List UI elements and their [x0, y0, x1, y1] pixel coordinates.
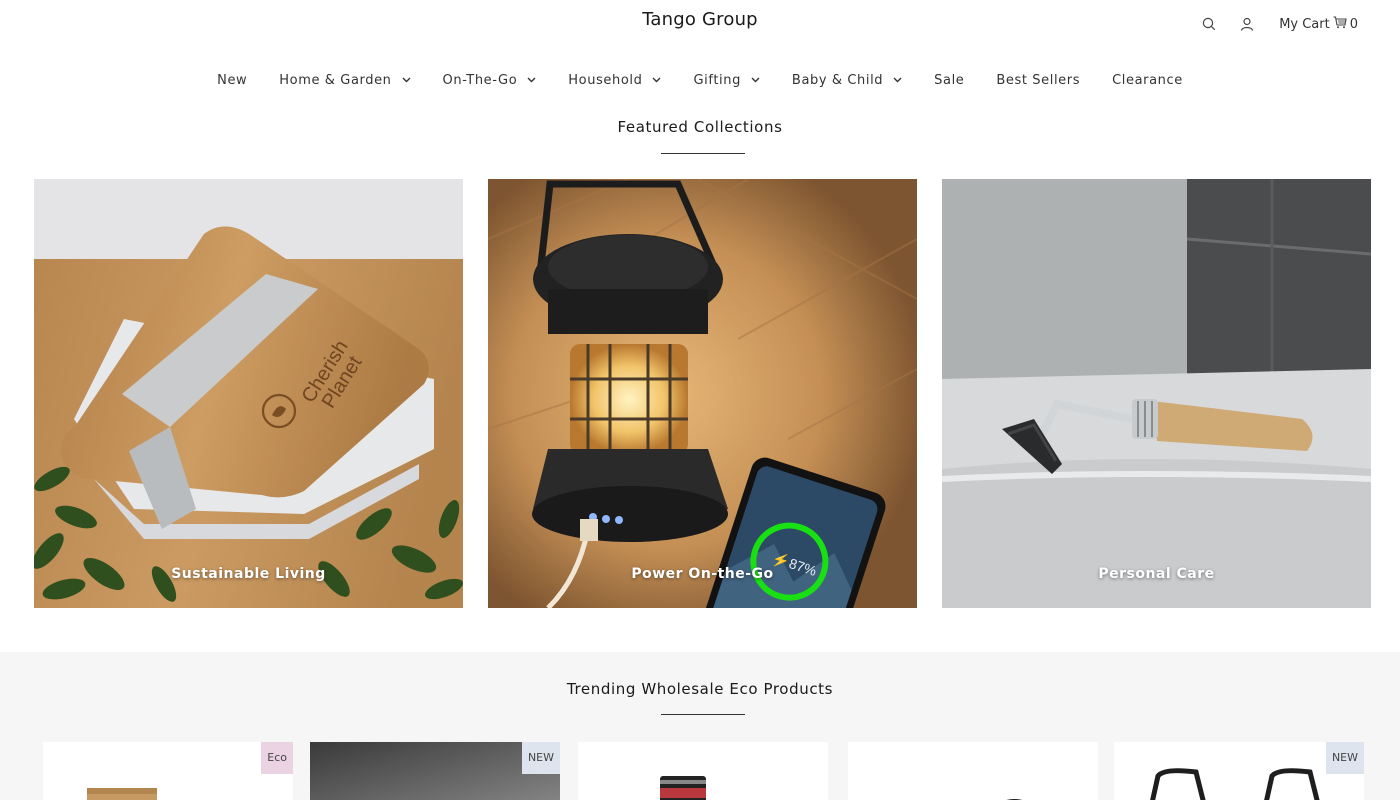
nav-item-label: Home & Garden — [279, 72, 392, 88]
nav-item-baby-child[interactable]: Baby & Child — [776, 70, 918, 90]
chevron-down-icon[interactable] — [751, 77, 760, 83]
nav-item-best-sellers[interactable]: Best Sellers — [980, 70, 1096, 90]
nav-item-label: Gifting — [693, 72, 741, 88]
product-card[interactable]: NEW — [1114, 742, 1364, 800]
trending-title-divider — [661, 714, 745, 715]
eco-badge: Eco — [261, 742, 293, 774]
nav-item-label: Household — [568, 72, 643, 88]
nav-item-label: Clearance — [1112, 72, 1183, 88]
nav-item-label: On-The-Go — [442, 72, 518, 88]
nav-item-household[interactable]: Household — [552, 70, 677, 90]
trending-products-title: Trending Wholesale Eco Products — [566, 680, 834, 698]
chevron-down-icon[interactable] — [893, 77, 902, 83]
cart-label: My Cart — [1279, 16, 1330, 32]
chevron-down-icon[interactable] — [652, 77, 661, 83]
site-logo[interactable]: Tango Group — [0, 9, 1400, 30]
nav-item-label: New — [217, 72, 248, 88]
new-badge: NEW — [521, 742, 560, 774]
chevron-down-icon[interactable] — [402, 77, 411, 83]
product-card[interactable] — [578, 742, 828, 800]
nav-item-new[interactable]: New — [201, 70, 263, 90]
cart-button[interactable]: My Cart 0 — [1279, 15, 1358, 33]
cart-count: 0 — [1349, 16, 1358, 32]
collection-card-sustainable-living[interactable]: Cherish Planet Sustainable Living — [34, 179, 463, 608]
collection-label: Power On-the-Go — [631, 566, 774, 582]
new-badge: NEW — [1325, 742, 1364, 774]
collection-card-personal-care[interactable]: Personal Care — [942, 179, 1371, 608]
nav-item-clearance[interactable]: Clearance — [1096, 70, 1199, 90]
collection-label: Personal Care — [1098, 566, 1215, 582]
product-card[interactable]: Eco — [43, 742, 293, 800]
nav-item-label: Baby & Child — [791, 72, 884, 88]
nav-item-home-garden[interactable]: Home & Garden — [263, 70, 426, 90]
featured-title-divider — [661, 153, 745, 154]
featured-collections-title: Featured Collections — [617, 118, 783, 136]
lantern-image: ⚡87% — [488, 179, 917, 608]
header-actions: My Cart 0 — [1199, 14, 1358, 34]
collection-card-power-on-the-go[interactable]: ⚡87% Power On-the-Go — [488, 179, 917, 608]
product-card[interactable] — [848, 742, 1098, 800]
nav-item-gifting[interactable]: Gifting — [677, 70, 775, 90]
razor-image — [942, 179, 1371, 608]
main-navigation: New Home & Garden On-The-Go Household Giftin… — [0, 70, 1400, 90]
product-thumbnail — [1006, 799, 1022, 800]
user-icon[interactable] — [1237, 14, 1257, 34]
nav-item-on-the-go[interactable]: On-The-Go — [427, 70, 553, 90]
cart-icon — [1333, 15, 1347, 33]
nav-item-label: Best Sellers — [996, 72, 1081, 88]
nav-item-sale[interactable]: Sale — [918, 70, 980, 90]
search-icon[interactable] — [1199, 14, 1219, 34]
collection-label: Sustainable Living — [171, 566, 326, 582]
lunchbox-image: Cherish Planet — [34, 179, 463, 608]
product-thumbnail — [660, 776, 706, 800]
product-thumbnail — [87, 788, 157, 800]
chevron-down-icon[interactable] — [527, 77, 536, 83]
product-card[interactable]: NEW — [310, 742, 560, 800]
nav-item-label: Sale — [934, 72, 965, 88]
